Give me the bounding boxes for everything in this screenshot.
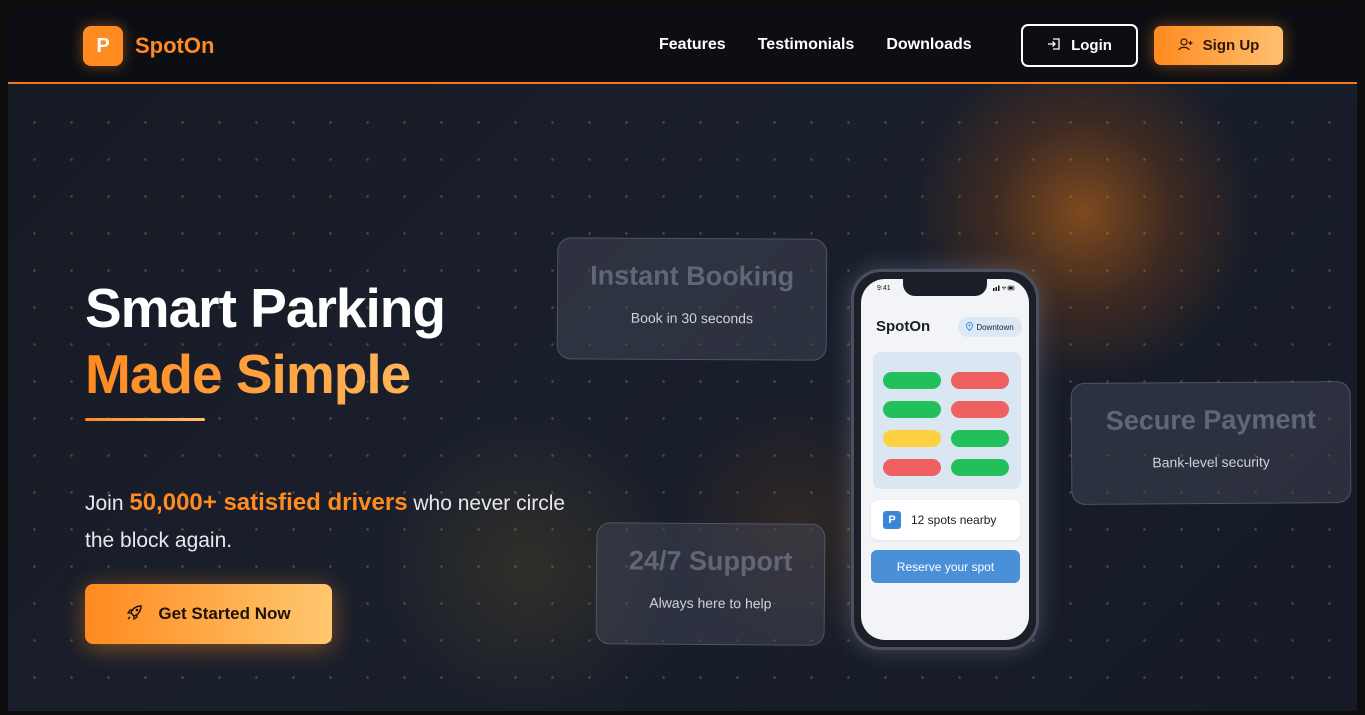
status-bar-icons [993, 285, 1015, 293]
feature-card-support: 24/7 Support Always here to help [595, 522, 826, 646]
feature-subtitle: Bank-level security [1152, 453, 1270, 471]
status-bar-time: 9:41 [877, 285, 891, 292]
parking-spot-available[interactable] [951, 459, 1009, 476]
parking-spot-available[interactable] [883, 372, 941, 389]
location-pill[interactable]: Downtown [958, 317, 1022, 337]
nav-links: Features Testimonials Downloads [659, 36, 1004, 54]
spots-nearby-card[interactable]: P 12 spots nearby [871, 500, 1020, 540]
signup-label: Sign Up [1202, 37, 1260, 54]
hero-title-line2: Made Simple [85, 343, 411, 405]
hero-subtitle-prefix: Join [85, 492, 130, 515]
hero-divider [85, 418, 205, 421]
nav-link-features[interactable]: Features [659, 36, 726, 54]
parking-spot-available[interactable] [951, 430, 1009, 447]
parking-spot-occupied[interactable] [951, 372, 1009, 389]
phone-screen: 9:41 SpotOn Downtown P 12 spots nearby R… [861, 279, 1029, 640]
location-pin-icon [966, 321, 974, 333]
feature-card-instant-booking: Instant Booking Book in 30 seconds [556, 237, 828, 361]
reserve-spot-button[interactable]: Reserve your spot [871, 550, 1020, 583]
get-started-button[interactable]: Get Started Now [85, 584, 332, 644]
location-label: Downtown [976, 322, 1014, 332]
hero-subtitle: Join 50,000+ satisfied drivers who never… [85, 484, 585, 559]
parking-badge: P [883, 511, 901, 529]
feature-title: Instant Booking [590, 260, 795, 292]
brand-name: SpotOn [135, 33, 215, 58]
rocket-icon [126, 603, 144, 626]
feature-subtitle: Always here to help [649, 594, 772, 612]
parking-spot-occupied[interactable] [951, 401, 1009, 418]
hero-subtitle-highlight: 50,000+ satisfied drivers [129, 489, 408, 516]
app-title: SpotOn [876, 318, 931, 335]
hero-title-line1: Smart Parking [85, 277, 446, 339]
feature-card-secure-payment: Secure Payment Bank-level security [1070, 381, 1352, 505]
parking-spot-reserved[interactable] [883, 430, 941, 447]
parking-lot-map [873, 352, 1021, 489]
feature-subtitle: Book in 30 seconds [630, 309, 754, 327]
get-started-label: Get Started Now [158, 604, 291, 623]
nav-link-testimonials[interactable]: Testimonials [758, 36, 855, 54]
phone-notch [903, 279, 987, 296]
spots-nearby-text: 12 spots nearby [911, 513, 997, 527]
login-arrow-icon [1047, 37, 1061, 54]
logo-badge: P [83, 26, 123, 66]
user-plus-icon [1178, 37, 1193, 54]
parking-spot-available[interactable] [883, 401, 941, 418]
brand-logo[interactable]: P SpotOn [83, 26, 214, 66]
top-navbar: P SpotOn Features Testimonials Downloads… [8, 8, 1357, 84]
nav-link-downloads[interactable]: Downloads [886, 36, 971, 54]
feature-title: 24/7 Support [628, 545, 793, 577]
feature-title: Secure Payment [1105, 404, 1316, 436]
phone-mockup: 9:41 SpotOn Downtown P 12 spots nearby R… [851, 269, 1039, 650]
login-label: Login [1071, 37, 1112, 54]
login-button[interactable]: Login [1021, 24, 1138, 67]
signup-button[interactable]: Sign Up [1154, 26, 1283, 65]
page-frame: P SpotOn Features Testimonials Downloads… [0, 0, 1365, 715]
parking-spot-occupied[interactable] [883, 459, 941, 476]
